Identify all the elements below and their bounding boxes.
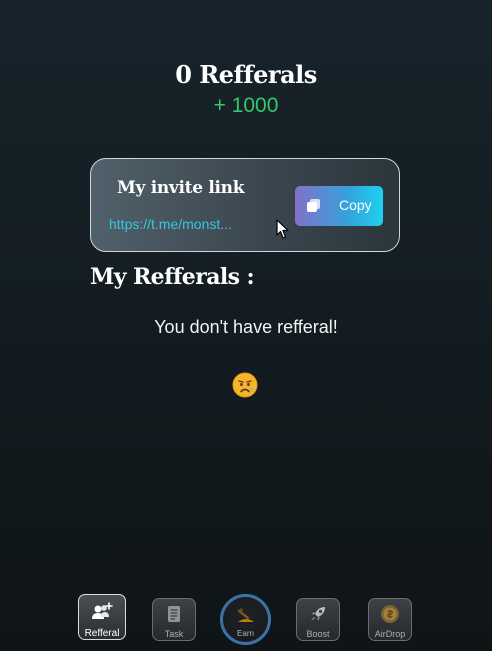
nav-label-earn: Earn [237, 629, 254, 638]
nav-item-airdrop[interactable]: AirDrop [368, 598, 412, 641]
copy-label: Copy [339, 197, 372, 213]
task-list-icon [168, 606, 180, 622]
invite-card: My invite link https://t.me/monst... Cop… [90, 158, 400, 252]
mouse-cursor-icon [276, 219, 289, 239]
nav-label-task: Task [164, 629, 184, 639]
bottom-nav: Refferal Task Earn Boost AirDrop [0, 590, 492, 651]
rocket-icon [311, 607, 325, 621]
nav-label-boost: Boost [306, 629, 330, 639]
sad-face-icon [232, 372, 258, 398]
copy-button[interactable]: Copy [295, 186, 383, 226]
nav-label-refferal: Refferal [84, 628, 120, 639]
nav-label-airdrop: AirDrop [374, 629, 406, 639]
bonus-amount: + 1000 [213, 94, 279, 117]
invite-title: My invite link [117, 178, 245, 198]
nav-item-earn[interactable]: Earn [220, 594, 271, 645]
empty-referrals-message: You don't have refferal! [154, 317, 338, 337]
my-referrals-title: My Refferals : [90, 264, 255, 290]
coin-icon [381, 605, 399, 623]
earn-icon [237, 608, 254, 622]
nav-item-boost[interactable]: Boost [296, 598, 340, 641]
referral-count-title: 0 Refferals [175, 60, 317, 89]
copy-icon [307, 199, 320, 212]
nav-item-task[interactable]: Task [152, 598, 196, 641]
add-users-icon [92, 602, 113, 619]
invite-link[interactable]: https://t.me/monst... [109, 216, 259, 232]
nav-item-refferal[interactable]: Refferal [78, 594, 126, 640]
